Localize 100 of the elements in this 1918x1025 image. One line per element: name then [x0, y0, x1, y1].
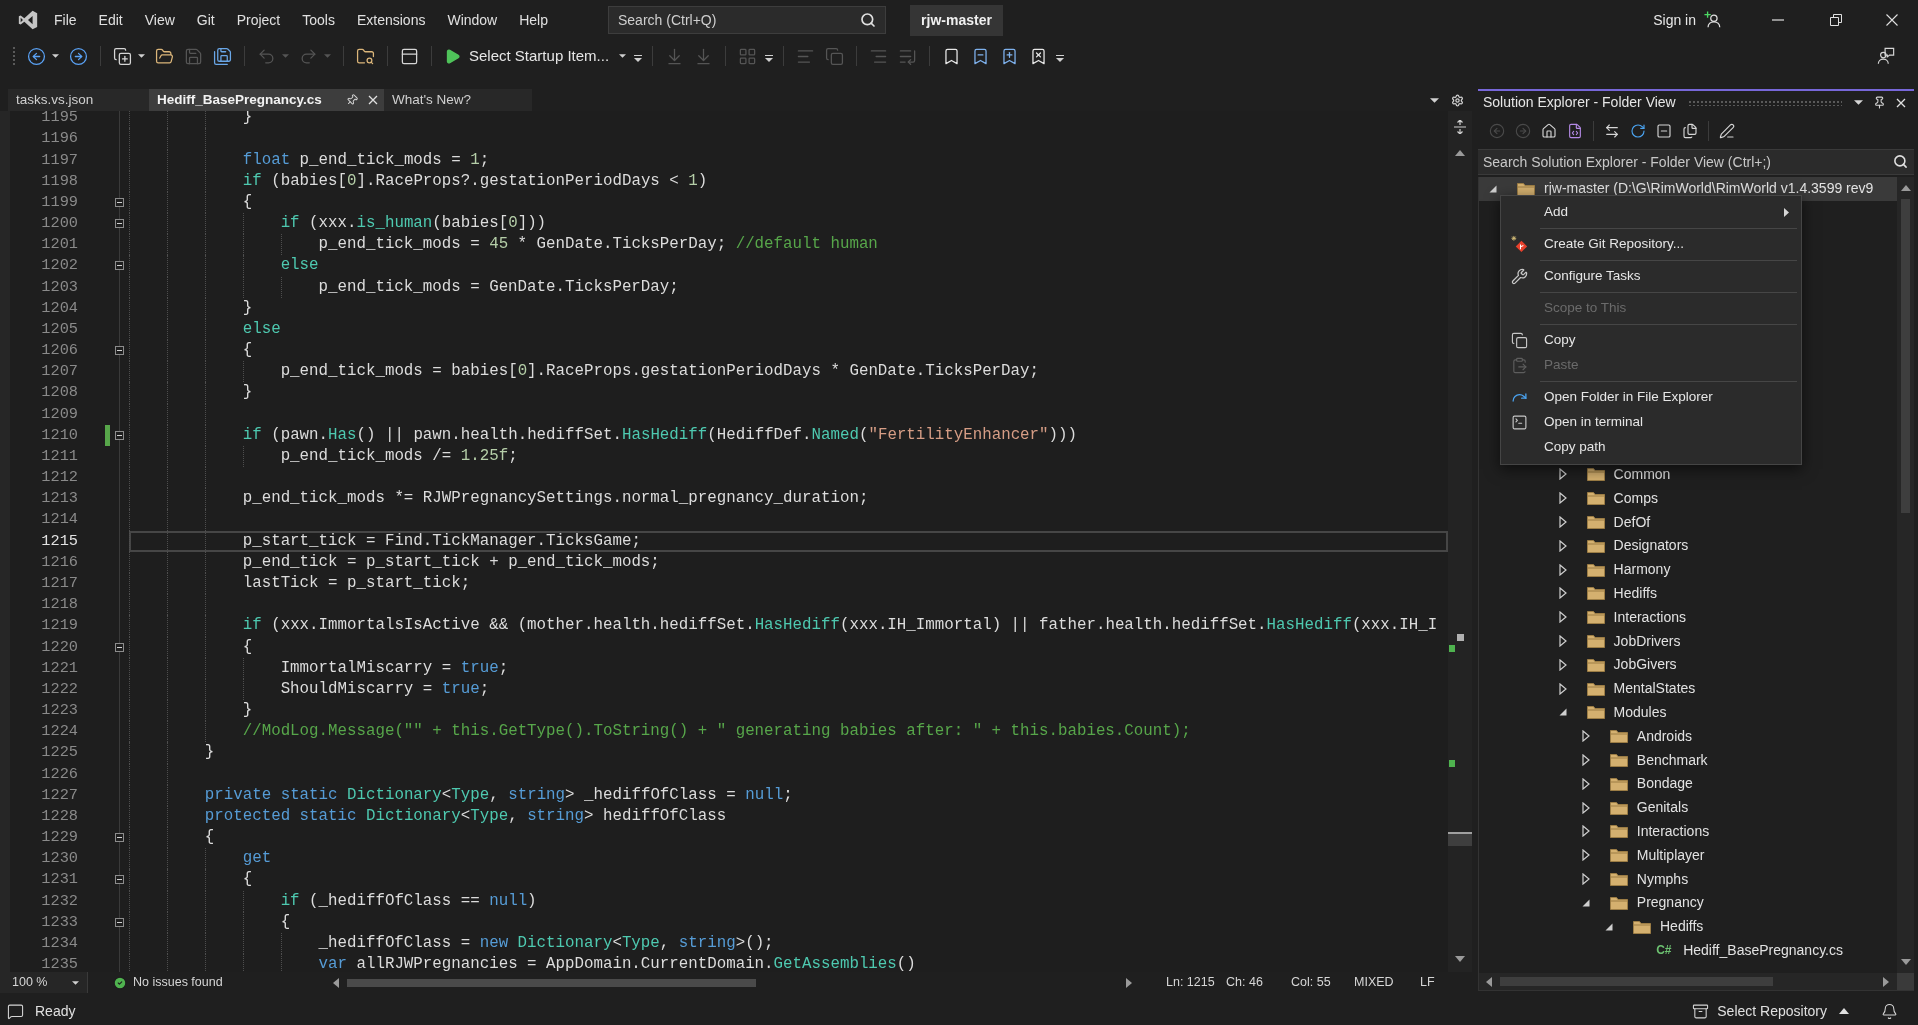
scroll-right-icon[interactable] [1126, 977, 1132, 988]
tree-item[interactable]: Nymphs [1479, 867, 1897, 891]
tree-item[interactable]: Designators [1479, 534, 1897, 558]
menu-item[interactable]: Help [508, 6, 559, 34]
open-folder-icon[interactable] [155, 46, 174, 66]
tree-item[interactable]: Harmony [1479, 557, 1897, 582]
cursor-position[interactable]: Col: 55 [1283, 973, 1348, 992]
expanded-arrow-icon[interactable] [1581, 898, 1590, 907]
folder-search-icon[interactable] [356, 46, 375, 66]
menu-item[interactable]: Edit [87, 6, 134, 34]
menu-item[interactable]: Copy [1501, 328, 1801, 353]
scrollbar-thumb[interactable] [1901, 199, 1910, 513]
tree-item[interactable]: Common [1479, 462, 1897, 487]
editor-tab[interactable]: tasks.vs.json [8, 89, 149, 111]
cursor-position[interactable]: Ln: 1215 [1142, 973, 1218, 992]
tree-item[interactable]: Genitals [1479, 795, 1897, 820]
menu-item[interactable]: Configure Tasks [1501, 264, 1801, 289]
menu-item[interactable]: Project [225, 6, 292, 34]
swap-arrows-icon[interactable] [1604, 122, 1620, 139]
tree-item[interactable]: Interactions [1479, 605, 1897, 630]
collapse-icon[interactable] [115, 917, 124, 927]
refresh-icon[interactable] [1630, 122, 1646, 139]
scroll-up-icon[interactable] [1455, 150, 1465, 156]
horizontal-scrollbar[interactable] [1479, 973, 1897, 990]
collapsed-arrow-icon[interactable] [1558, 682, 1567, 695]
close-icon[interactable] [1896, 97, 1906, 108]
tree-item[interactable]: Androids [1479, 724, 1897, 749]
line-ending-status[interactable]: LF [1416, 973, 1435, 992]
scrollbar-thumb[interactable] [347, 978, 756, 987]
files-icon[interactable] [1682, 122, 1698, 139]
window-icon[interactable] [400, 46, 419, 66]
cursor-position[interactable]: Ch: 46 [1218, 973, 1283, 992]
repository-button[interactable]: Select Repository [1692, 1000, 1849, 1022]
menu-item[interactable]: Copy path [1501, 435, 1801, 460]
caret-icon[interactable] [138, 54, 145, 58]
sign-in-link[interactable]: Sign in [1653, 9, 1696, 31]
indentation-status[interactable]: MIXED [1348, 973, 1416, 992]
caret-icon[interactable] [619, 54, 627, 58]
tree-item[interactable]: Hediffs [1479, 581, 1897, 606]
menu-item[interactable]: Add [1501, 200, 1801, 225]
collapse-icon[interactable] [115, 346, 124, 356]
tree-item[interactable]: Comps [1479, 486, 1897, 511]
expanded-arrow-icon[interactable] [1558, 708, 1567, 717]
collapsed-arrow-icon[interactable] [1581, 873, 1590, 886]
message-icon[interactable] [7, 1002, 24, 1020]
collapsed-arrow-icon[interactable] [1558, 492, 1567, 505]
collapsed-arrow-icon[interactable] [1558, 611, 1567, 624]
collapsed-arrow-icon[interactable] [1558, 658, 1567, 671]
collapsed-arrow-icon[interactable] [1558, 539, 1567, 552]
bell-icon[interactable] [1881, 1002, 1898, 1020]
menu-item[interactable]: Tools [291, 6, 346, 34]
collapse-icon[interactable] [115, 833, 124, 843]
tree-item[interactable]: Hediffs [1479, 914, 1897, 939]
caret-icon[interactable] [52, 54, 59, 58]
tree-item[interactable]: DefOf [1479, 510, 1897, 534]
app-logo-icon[interactable] [17, 9, 39, 31]
tree-item[interactable]: Multiplayer [1479, 843, 1897, 868]
collapse-icon[interactable] [115, 197, 124, 207]
scroll-right-icon[interactable] [1883, 976, 1889, 987]
dropdown-caret-icon[interactable] [1854, 100, 1863, 105]
collapsed-arrow-icon[interactable] [1581, 754, 1590, 767]
split-arrows-icon[interactable] [1454, 120, 1466, 134]
overflow-caret-icon[interactable] [634, 55, 643, 63]
vertical-scrollbar[interactable] [1448, 111, 1472, 972]
menu-item[interactable]: Open in terminal [1501, 410, 1801, 435]
scroll-left-icon[interactable] [1486, 976, 1492, 987]
user-comment-icon[interactable] [1877, 47, 1895, 65]
menu-item[interactable]: File [43, 6, 88, 34]
overflow-caret-icon[interactable] [765, 55, 774, 63]
pen-icon[interactable] [1719, 122, 1735, 139]
tree-item[interactable]: Pregnancy [1479, 890, 1897, 915]
collapsed-arrow-icon[interactable] [1581, 825, 1590, 838]
menu-item[interactable]: Open Folder in File Explorer [1501, 385, 1801, 410]
caret-icon[interactable] [72, 980, 79, 985]
collapsed-arrow-icon[interactable] [1558, 516, 1567, 529]
tree-item[interactable]: JobGivers [1479, 652, 1897, 677]
close-icon[interactable] [368, 95, 378, 105]
tree-item[interactable]: Benchmark [1479, 748, 1897, 772]
tree-item[interactable]: Modules [1479, 700, 1897, 725]
collapse-icon[interactable] [115, 875, 124, 885]
tree-item[interactable]: Bondage [1479, 771, 1897, 796]
scroll-down-icon[interactable] [1900, 959, 1911, 965]
solution-name-button[interactable]: rjw-master [910, 4, 1003, 36]
scroll-up-icon[interactable] [1900, 185, 1911, 191]
collapsed-arrow-icon[interactable] [1558, 563, 1567, 576]
collapsed-arrow-icon[interactable] [1581, 730, 1590, 743]
editor-tab[interactable]: Hediff_BasePregnancy.cs [149, 89, 384, 111]
tab-list-caret-icon[interactable] [1430, 97, 1439, 103]
collapse-icon[interactable] [115, 219, 124, 229]
menu-item[interactable]: Window [436, 6, 509, 34]
collapsed-arrow-icon[interactable] [1558, 587, 1567, 600]
search-field[interactable]: Search (Ctrl+Q) [608, 6, 886, 34]
search-icon[interactable] [860, 12, 876, 28]
tree-item[interactable]: Interactions [1479, 819, 1897, 844]
toolbar-grip[interactable] [12, 46, 16, 66]
home-icon[interactable] [1541, 122, 1557, 139]
collapsed-arrow-icon[interactable] [1581, 849, 1590, 862]
collapse-icon[interactable] [115, 430, 124, 440]
collapse-icon[interactable] [115, 261, 124, 271]
menu-item[interactable]: Create Git Repository... [1501, 232, 1801, 257]
